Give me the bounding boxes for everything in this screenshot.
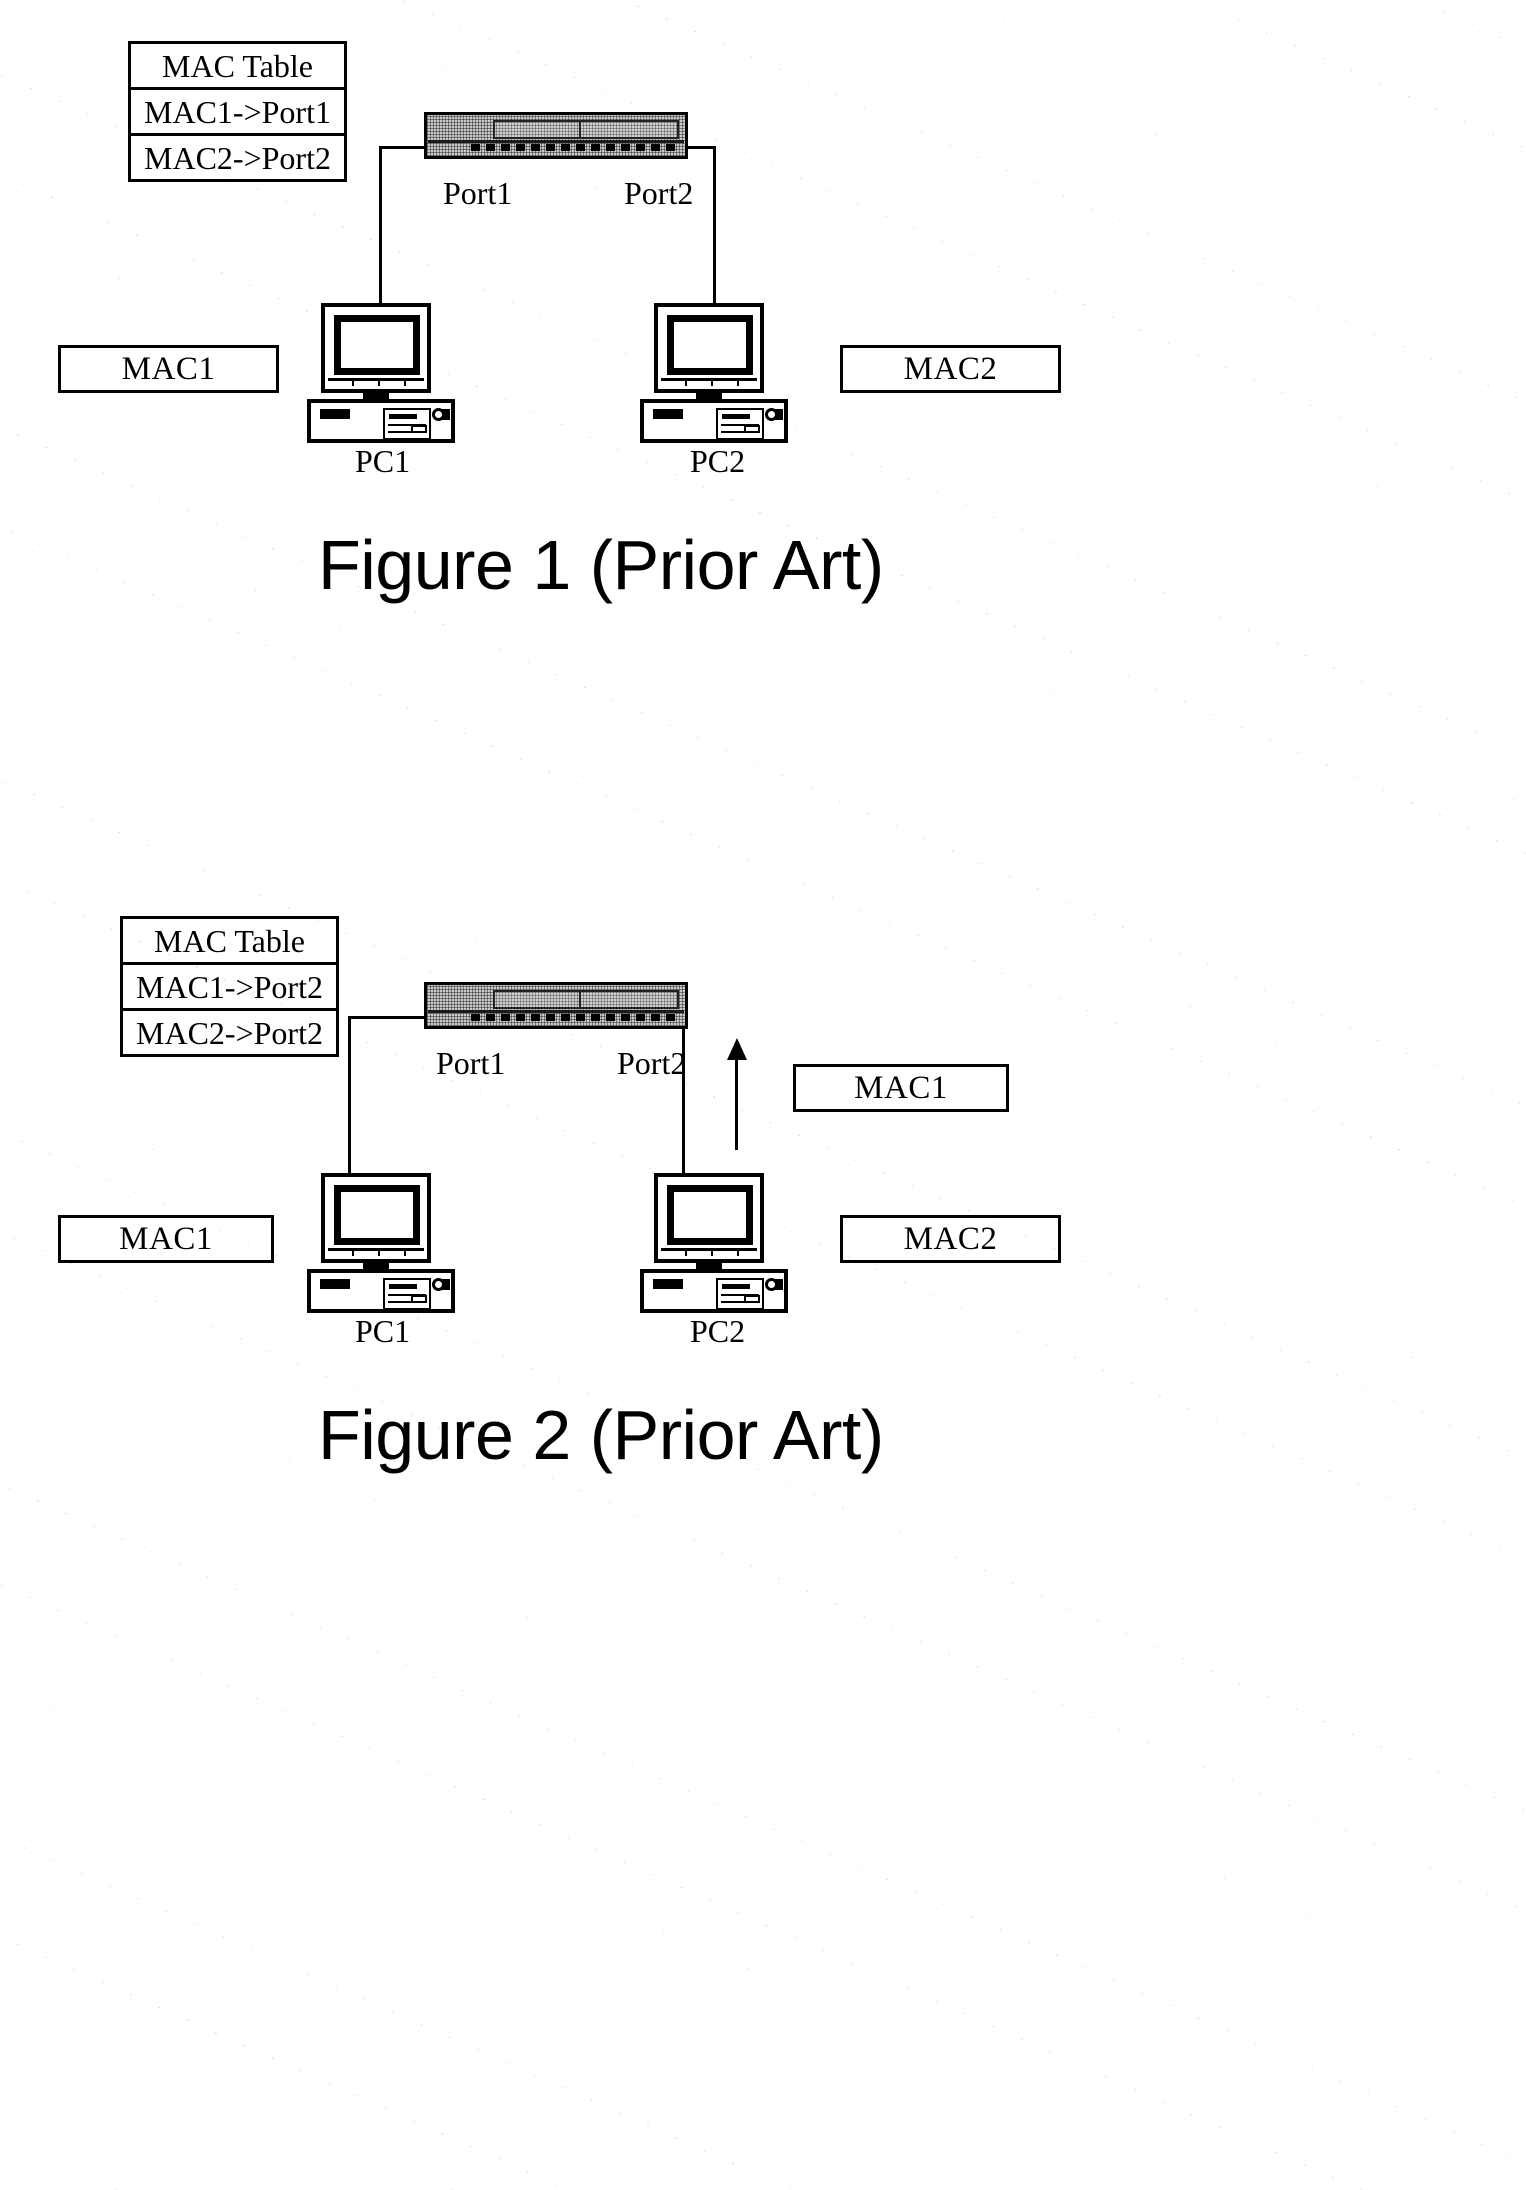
drive-bays-icon: [716, 408, 764, 440]
figure1-port2-label: Port2: [624, 175, 694, 211]
power-switch-icon: [442, 409, 450, 420]
screen-icon: [667, 315, 753, 375]
switch-port-bank-icon: [471, 1014, 675, 1021]
figure2-port1-wire-vertical: [348, 1016, 351, 1180]
figure-sheet: MAC Table MAC1->Port1 MAC2->Port2 Port1 …: [0, 0, 1526, 2190]
figure1-pc1-icon: [307, 303, 455, 443]
figure1-caption: Figure 1 (Prior Art): [318, 526, 884, 604]
figure1-mac2-box: MAC2: [840, 345, 1061, 393]
figure2-caption: Figure 2 (Prior Art): [318, 1396, 884, 1474]
power-switch-icon: [442, 1279, 450, 1290]
monitor-icon: [321, 303, 431, 393]
screen-icon: [667, 1185, 753, 1245]
power-switch-icon: [775, 409, 783, 420]
figure1-mac-table: MAC Table MAC1->Port1 MAC2->Port2: [128, 41, 347, 182]
monitor-led-icon: [411, 1241, 418, 1245]
figure1-port1-wire-vertical: [379, 146, 382, 310]
mac-table-header: MAC Table: [123, 919, 336, 965]
monitor-led-icon: [411, 371, 418, 375]
figure2-port2-wire-vertical: [682, 1016, 685, 1180]
switch-front-panel: [493, 990, 679, 1009]
figure1-pc2-label: PC2: [690, 443, 746, 479]
figure1-port1-label: Port1: [443, 175, 513, 211]
desktop-case-icon: [640, 399, 788, 443]
figure2-pc1-icon: [307, 1173, 455, 1313]
figure1-switch-device: [424, 112, 688, 159]
monitor-icon: [321, 1173, 431, 1263]
case-badge-icon: [320, 409, 350, 419]
drive-eject-icon: [411, 425, 427, 433]
figure2-mac2-box: MAC2: [840, 1215, 1061, 1263]
monitor-foot-icon: [661, 1248, 757, 1256]
figure2-mac-table: MAC Table MAC1->Port2 MAC2->Port2: [120, 916, 339, 1057]
drive-slot-icon: [389, 414, 417, 419]
figure2-port2-label: Port2: [617, 1045, 687, 1081]
case-badge-icon: [653, 409, 683, 419]
monitor-foot-icon: [328, 1248, 424, 1256]
mac-table-row: MAC1->Port1: [131, 90, 344, 136]
mac-table-row: MAC2->Port2: [144, 139, 331, 176]
drive-eject-icon: [744, 1295, 760, 1303]
desktop-case-icon: [640, 1269, 788, 1313]
power-switch-icon: [775, 1279, 783, 1290]
monitor-icon: [654, 303, 764, 393]
switch-panel-divider: [579, 120, 581, 139]
figure2-spoofed-frame-arrow: [727, 1038, 747, 1150]
switch-front-panel: [493, 120, 679, 139]
figure2-pc2-label: PC2: [690, 1313, 746, 1349]
figure2-pc1-label: PC1: [355, 1313, 411, 1349]
monitor-icon: [654, 1173, 764, 1263]
figure1-pc2-icon: [640, 303, 788, 443]
figure2-switch-device: [424, 982, 688, 1029]
screen-icon: [334, 1185, 420, 1245]
drive-eject-icon: [744, 425, 760, 433]
figure2-mac1-box: MAC1: [58, 1215, 274, 1263]
drive-eject-icon: [411, 1295, 427, 1303]
case-badge-icon: [653, 1279, 683, 1289]
mac-table-header: MAC Table: [131, 44, 344, 90]
drive-bays-icon: [383, 1278, 431, 1310]
figure2-port1-label: Port1: [436, 1045, 506, 1081]
figure2-spoofed-mac1-box: MAC1: [793, 1064, 1009, 1112]
case-badge-icon: [320, 1279, 350, 1289]
monitor-led-icon: [744, 1241, 751, 1245]
drive-slot-icon: [722, 1284, 750, 1289]
mac-table-row: MAC1->Port2: [123, 965, 336, 1011]
arrow-shaft: [735, 1054, 738, 1150]
figure1-mac1-box: MAC1: [58, 345, 279, 393]
desktop-case-icon: [307, 1269, 455, 1313]
switch-trim-band: [428, 140, 684, 143]
drive-slot-icon: [389, 1284, 417, 1289]
mac-table-row: MAC2->Port2: [136, 1014, 323, 1051]
switch-trim-band: [428, 1010, 684, 1013]
switch-port-bank-icon: [471, 144, 675, 151]
monitor-led-icon: [744, 371, 751, 375]
monitor-foot-icon: [661, 378, 757, 386]
desktop-case-icon: [307, 399, 455, 443]
switch-panel-divider: [579, 990, 581, 1009]
figure2-pc2-icon: [640, 1173, 788, 1313]
drive-bays-icon: [383, 408, 431, 440]
figure1-port2-wire-vertical: [713, 146, 716, 310]
monitor-foot-icon: [328, 378, 424, 386]
drive-slot-icon: [722, 414, 750, 419]
drive-bays-icon: [716, 1278, 764, 1310]
screen-icon: [334, 315, 420, 375]
figure1-pc1-label: PC1: [355, 443, 411, 479]
